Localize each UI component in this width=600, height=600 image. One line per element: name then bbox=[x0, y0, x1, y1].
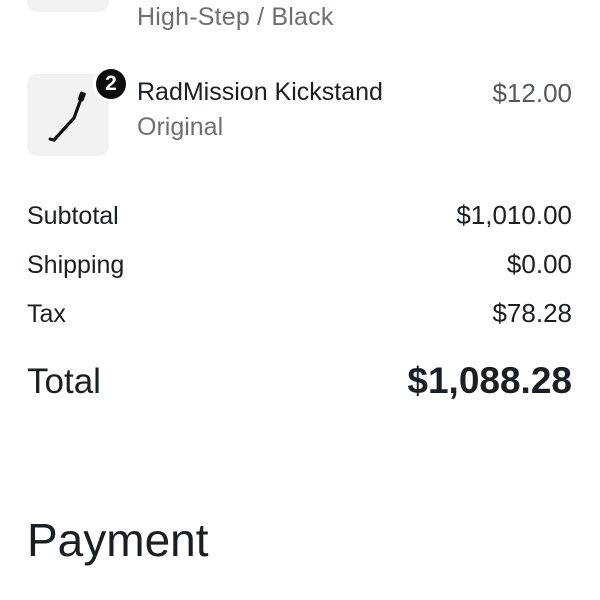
subtotal-label: Subtotal bbox=[27, 202, 119, 230]
previous-item-variant: High-Step / Black bbox=[137, 3, 334, 31]
tax-row: Tax $78.28 bbox=[27, 298, 572, 329]
shipping-row: Shipping $0.00 bbox=[27, 249, 572, 280]
item-variant: Original bbox=[137, 113, 224, 141]
item-name: RadMission Kickstand bbox=[137, 78, 383, 106]
total-label: Total bbox=[27, 362, 101, 401]
payment-heading: Payment bbox=[27, 514, 209, 566]
shipping-value: $0.00 bbox=[506, 249, 572, 279]
previous-item-thumbnail bbox=[27, 0, 109, 12]
item-price: $12.00 bbox=[492, 78, 572, 108]
total-value: $1,088.28 bbox=[407, 360, 572, 401]
tax-value: $78.28 bbox=[492, 298, 572, 328]
subtotal-value: $1,010.00 bbox=[456, 200, 572, 230]
total-row: Total $1,088.28 bbox=[27, 360, 572, 402]
tax-label: Tax bbox=[27, 300, 66, 328]
quantity-badge: 2 bbox=[93, 66, 129, 102]
shipping-label: Shipping bbox=[27, 251, 125, 279]
subtotal-row: Subtotal $1,010.00 bbox=[27, 200, 572, 231]
order-summary-page: High-Step / Black 2 RadMission Kickstand… bbox=[0, 0, 600, 600]
